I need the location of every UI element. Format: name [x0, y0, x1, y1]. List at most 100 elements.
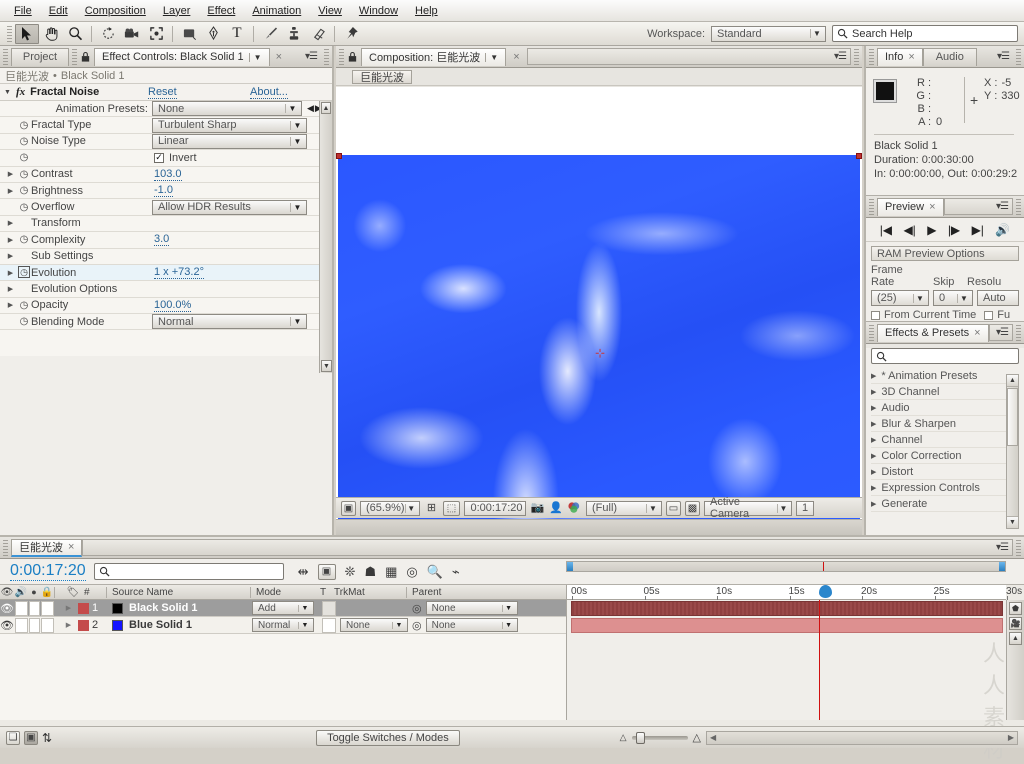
effect-param-row[interactable]: Animation Presets: None ▼ ◀▶	[0, 101, 332, 118]
draft-3d-icon[interactable]: ▣	[317, 563, 336, 580]
composition-mini-flowchart-icon[interactable]: ⇹	[298, 564, 309, 580]
effect-param-row[interactable]: ▶ ◷ Evolution 1 x +73.2°	[0, 264, 332, 282]
menu-bar[interactable]: File Edit Composition Layer Effect Anima…	[0, 0, 1024, 22]
effect-param-row[interactable]: ▶ Evolution Options	[0, 281, 332, 298]
comp-marker-icon[interactable]: ⬟	[1009, 602, 1022, 615]
close-icon[interactable]: ×	[513, 51, 519, 63]
frame-rate-select[interactable]: (25) ▼	[871, 290, 929, 306]
twirl-right-icon[interactable]: ▶	[871, 468, 876, 476]
track-bar-layer-1[interactable]	[571, 601, 1003, 616]
grid-guides-icon[interactable]: ⊞	[424, 501, 439, 516]
hand-tool[interactable]	[39, 24, 63, 44]
stopwatch-icon[interactable]: ◷	[17, 266, 31, 279]
stopwatch-icon[interactable]: ◷	[17, 185, 31, 196]
stopwatch-icon[interactable]: ◷	[17, 120, 31, 131]
panel-grip[interactable]	[854, 48, 859, 65]
panel-grip[interactable]	[869, 324, 874, 341]
composition-tabbar[interactable]: Composition: 巨能光波 ▼ × ▾☰	[336, 46, 862, 68]
layer-source-name[interactable]: Blue Solid 1	[124, 619, 252, 631]
close-icon[interactable]: ×	[929, 201, 935, 213]
work-area-bar[interactable]	[566, 561, 1006, 572]
lock-icon[interactable]	[347, 51, 358, 63]
close-icon[interactable]: ×	[276, 51, 282, 63]
effect-param-dropdown[interactable]: Normal ▼	[152, 314, 307, 330]
stopwatch-icon[interactable]: ◷	[17, 169, 31, 180]
menu-item-composition[interactable]: Composition	[77, 3, 154, 19]
twirl-right-icon[interactable]: ▶	[4, 269, 17, 277]
effects-category-item[interactable]: ▶ * Animation Presets	[871, 368, 1019, 384]
layer-list[interactable]: 👁 ▶ 1 Black Solid 1 Add ▼ ◎ None ▼ 👁 ▶ 2 Blue Solid …	[0, 600, 566, 634]
workspace-select[interactable]: Standard ▼	[711, 25, 826, 42]
layer-switches-icon[interactable]: ⇅	[42, 731, 52, 745]
layer-mode-select[interactable]: Add ▼	[252, 601, 318, 615]
audio-speaker-icon[interactable]: 🔊	[14, 587, 28, 598]
effects-presets-tabbar[interactable]: Effects & Presets × ▾☰	[866, 322, 1024, 344]
scrollbar-thumb[interactable]	[1007, 388, 1018, 446]
timeline-current-time[interactable]: 0:00:17:20	[10, 562, 86, 581]
timeline-hscrollbar[interactable]: ◀ ▶	[706, 730, 1018, 745]
preview-resolution-select[interactable]: Auto	[977, 290, 1019, 306]
panel-menu-icon[interactable]: ▾☰	[996, 327, 1009, 338]
layer-twirl-icon[interactable]: ▶	[62, 621, 75, 629]
preview-transport-controls[interactable]: |◀ ◀| ▶ |▶ ▶| 🔊	[866, 218, 1024, 242]
workspace-bar[interactable]: Workspace: Standard ▼ Search Help	[647, 25, 1024, 42]
timeline-tabbar[interactable]: 巨能光波 × ▾☰	[0, 537, 1024, 559]
layer-twirl-icon[interactable]: ▶	[62, 604, 75, 612]
zoom-in-icon[interactable]: △	[693, 731, 701, 744]
text-tool[interactable]: T	[225, 24, 249, 44]
layer-lock-toggle[interactable]	[40, 600, 54, 616]
resolution-select[interactable]: (Full) ▼	[586, 500, 662, 516]
effect-param-row[interactable]: ▶ Sub Settings	[0, 249, 332, 265]
effect-parameter-list[interactable]: Animation Presets: None ▼ ◀▶ ◷ Fractal Type Tu…	[0, 101, 332, 356]
panel-grip[interactable]	[1016, 48, 1021, 65]
effect-param-row[interactable]: ◷ Blending Mode Normal ▼	[0, 314, 332, 331]
chevron-down-icon[interactable]: ▼	[248, 52, 262, 62]
about-button[interactable]: About...	[250, 86, 288, 99]
layer-mode-select[interactable]: Normal ▼	[252, 618, 318, 632]
lock-icon[interactable]: 🔒	[40, 587, 54, 598]
effects-category-item[interactable]: ▶ Blur & Sharpen	[871, 416, 1019, 432]
adjust-exposure-icon[interactable]: ▭	[666, 500, 681, 516]
effect-param-value[interactable]: 3.0	[154, 233, 170, 247]
layer-preserve-transparency[interactable]	[318, 617, 340, 633]
twirl-right-icon[interactable]: ▶	[871, 388, 876, 396]
layer-solo-toggle[interactable]	[28, 600, 40, 616]
preview-checkboxes[interactable]: From Current Time Fu	[866, 306, 1024, 321]
layer-label-color[interactable]	[75, 619, 92, 631]
timeline-vscrollbar[interactable]: ⬟ 🎥 ▲	[1006, 600, 1024, 720]
brush-tool[interactable]	[258, 24, 282, 44]
from-current-time-checkbox[interactable]	[871, 310, 880, 320]
effect-param-dropdown[interactable]: None ▼	[152, 101, 302, 117]
first-frame-button[interactable]: |◀	[880, 223, 892, 237]
effect-controls-scrollbar[interactable]: ▲ ▼	[319, 101, 332, 373]
tab-audio[interactable]: Audio	[922, 47, 977, 66]
tab-project[interactable]: Project	[11, 47, 69, 66]
motion-blur-icon[interactable]: ◎	[406, 564, 417, 580]
layer-audio-toggle[interactable]	[14, 600, 28, 616]
twirl-right-icon[interactable]: ▶	[4, 219, 17, 227]
stopwatch-icon[interactable]: ◷	[17, 202, 31, 213]
effect-controls-tabbar[interactable]: Project Effect Controls: Black Solid 1 ▼…	[0, 46, 332, 68]
menu-item-edit[interactable]: Edit	[41, 3, 76, 19]
layer-lock-toggle[interactable]	[40, 617, 54, 633]
panel-grip[interactable]	[339, 48, 344, 65]
work-area-start-handle[interactable]	[567, 562, 573, 571]
audio-toggle-button[interactable]: 🔊	[995, 223, 1010, 237]
stopwatch-icon[interactable]: ◷	[17, 152, 31, 163]
effect-param-row[interactable]: ◷ Noise Type Linear ▼	[0, 133, 332, 151]
twirl-right-icon[interactable]: ▶	[871, 420, 876, 428]
stopwatch-icon[interactable]: ◷	[17, 316, 31, 327]
composition-subtab-bar[interactable]: 巨能光波	[336, 68, 862, 86]
panel-grip[interactable]	[1016, 324, 1021, 341]
layer-source-name[interactable]: Black Solid 1	[124, 602, 252, 614]
selection-tool[interactable]	[15, 23, 39, 44]
next-frame-button[interactable]: |▶	[948, 223, 960, 237]
effects-category-item[interactable]: ▶ 3D Channel	[871, 384, 1019, 400]
layer-audio-toggle[interactable]	[14, 617, 28, 633]
stopwatch-icon[interactable]: ◷	[17, 234, 31, 245]
region-of-interest-icon[interactable]: ⬚	[443, 500, 460, 516]
solo-icon[interactable]: ●	[28, 587, 40, 597]
zoom-out-icon[interactable]: △	[620, 732, 627, 743]
work-area-end-handle[interactable]	[999, 562, 1005, 571]
timeline-zoom-controls[interactable]: △ △ ◀ ▶	[620, 730, 1024, 745]
